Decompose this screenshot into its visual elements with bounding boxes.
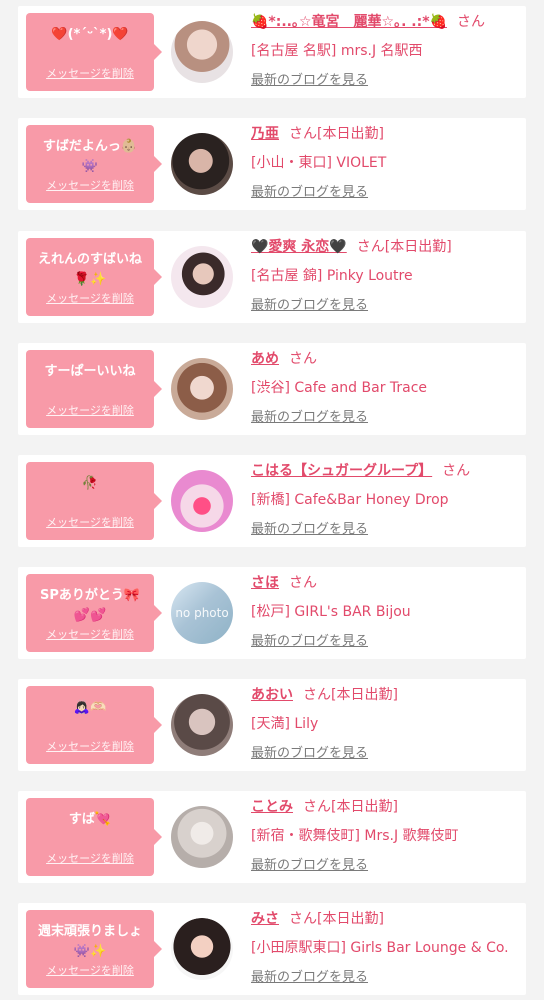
cast-name-link[interactable]: 🖤愛爽 永恋🖤 bbox=[251, 239, 347, 255]
avatar[interactable] bbox=[171, 21, 233, 83]
message-bubble: えれんのすばいね 🌹✨ メッセージを削除 bbox=[26, 238, 162, 316]
shop-info: [新橋] Cafe&Bar Honey Drop bbox=[251, 492, 449, 508]
cast-name-link[interactable]: 乃亜 bbox=[251, 126, 279, 142]
message-bubble: 週末頑張りましょ 👾✨ メッセージを削除 bbox=[26, 910, 162, 988]
message-bubble: すーぱーいいね メッセージを削除 bbox=[26, 350, 162, 428]
cast-info: 🍓*:..｡☆竜宮 麗華☆｡. .:*🍓 さん [名古屋 名駅] mrs.J 名駅… bbox=[251, 11, 519, 93]
cast-info: ことみ さん[本日出勤] [新宿・歌舞伎町] Mrs.J 歌舞伎町 最新のブログを… bbox=[251, 796, 519, 878]
shop-info: [名古屋 錦] Pinky Loutre bbox=[251, 268, 413, 284]
honorific-status: さん[本日出勤] bbox=[289, 126, 384, 142]
cast-info: 乃亜 さん[本日出勤] [小山・東口] VIOLET 最新のブログを見る bbox=[251, 123, 519, 205]
delete-message-link[interactable]: メッセージを削除 bbox=[26, 740, 154, 754]
message-bubble: 🙇🏻‍♀️🫶🏻 メッセージを削除 bbox=[26, 686, 162, 764]
delete-message-link[interactable]: メッセージを削除 bbox=[26, 628, 154, 642]
delete-message-link[interactable]: メッセージを削除 bbox=[26, 852, 154, 866]
delete-message-link[interactable]: メッセージを削除 bbox=[26, 404, 154, 418]
blog-link[interactable]: 最新のブログを見る bbox=[251, 970, 368, 986]
message-bubble: SPありがとう🎀 💕💕 メッセージを削除 bbox=[26, 574, 162, 652]
honorific-status: さん[本日出勤] bbox=[289, 911, 384, 927]
honorific-status: さん[本日出勤] bbox=[303, 687, 398, 703]
cast-name-link[interactable]: あめ bbox=[251, 351, 279, 367]
cast-info: あめ さん [渋谷] Cafe and Bar Trace 最新のブログを見る bbox=[251, 348, 519, 430]
avatar[interactable] bbox=[171, 694, 233, 756]
message-text: 🥀 bbox=[81, 476, 99, 491]
shop-info: [渋谷] Cafe and Bar Trace bbox=[251, 380, 428, 396]
blog-link[interactable]: 最新のブログを見る bbox=[251, 858, 368, 874]
shop-info: [天満] Lily bbox=[251, 716, 319, 732]
avatar[interactable] bbox=[171, 918, 233, 980]
message-text: すばだよんっ👶🏼 👾 bbox=[42, 139, 138, 174]
shop-info: [小山・東口] VIOLET bbox=[251, 155, 387, 171]
blog-link[interactable]: 最新のブログを見る bbox=[251, 522, 368, 538]
cast-name-link[interactable]: あおい bbox=[251, 687, 293, 703]
avatar[interactable] bbox=[171, 246, 233, 308]
avatar[interactable]: no photo bbox=[171, 582, 233, 644]
avatar[interactable] bbox=[171, 133, 233, 195]
message-card: えれんのすばいね 🌹✨ メッセージを削除 🖤愛爽 永恋🖤 さん[本日出勤] [名古… bbox=[18, 231, 526, 323]
delete-message-link[interactable]: メッセージを削除 bbox=[26, 964, 154, 978]
cast-name-link[interactable]: さほ bbox=[251, 575, 279, 591]
message-text: 🙇🏻‍♀️🫶🏻 bbox=[73, 700, 107, 715]
delete-message-link[interactable]: メッセージを削除 bbox=[26, 516, 154, 530]
message-text: すば💘 bbox=[68, 812, 112, 827]
honorific-status: さん bbox=[442, 463, 471, 479]
cast-info: こはる【シュガーグループ】 さん [新橋] Cafe&Bar Honey Drop… bbox=[251, 460, 519, 542]
message-text: 週末頑張りましょ 👾✨ bbox=[37, 924, 142, 959]
blog-link[interactable]: 最新のブログを見る bbox=[251, 410, 368, 426]
avatar[interactable] bbox=[171, 806, 233, 868]
avatar[interactable] bbox=[171, 358, 233, 420]
message-card: ❤️(*´ᵕ`*)❤️ メッセージを削除 🍓*:..｡☆竜宮 麗華☆｡. .:*… bbox=[18, 6, 526, 98]
honorific-status: さん[本日出勤] bbox=[356, 239, 452, 255]
honorific-status: さん bbox=[289, 575, 317, 591]
cast-name-link[interactable]: こはる【シュガーグループ】 bbox=[251, 463, 432, 479]
message-text: ❤️(*´ᵕ`*)❤️ bbox=[51, 27, 129, 42]
message-bubble: ❤️(*´ᵕ`*)❤️ メッセージを削除 bbox=[26, 13, 162, 91]
avatar-label: no photo bbox=[175, 606, 229, 620]
blog-link[interactable]: 最新のブログを見る bbox=[251, 298, 368, 314]
message-text: すーぱーいいね bbox=[44, 364, 136, 379]
message-card: SPありがとう🎀 💕💕 メッセージを削除 no photo さほ さん [松戸] … bbox=[18, 567, 526, 659]
message-bubble: 🥀 メッセージを削除 bbox=[26, 462, 162, 540]
honorific-status: さん bbox=[456, 14, 485, 30]
blog-link[interactable]: 最新のブログを見る bbox=[251, 746, 368, 762]
message-card: すーぱーいいね メッセージを削除 あめ さん [渋谷] Cafe and Bar … bbox=[18, 343, 526, 435]
shop-info: [新宿・歌舞伎町] Mrs.J 歌舞伎町 bbox=[251, 828, 459, 844]
avatar[interactable] bbox=[171, 470, 233, 532]
delete-message-link[interactable]: メッセージを削除 bbox=[26, 179, 154, 193]
message-bubble: すばだよんっ👶🏼 👾 メッセージを削除 bbox=[26, 125, 162, 203]
message-card: すば💘 メッセージを削除 ことみ さん[本日出勤] [新宿・歌舞伎町] Mrs.J… bbox=[18, 791, 526, 883]
shop-info: [名古屋 名駅] mrs.J 名駅西 bbox=[251, 43, 423, 59]
cast-name-link[interactable]: ことみ bbox=[251, 799, 293, 815]
blog-link[interactable]: 最新のブログを見る bbox=[251, 634, 368, 650]
delete-message-link[interactable]: メッセージを削除 bbox=[26, 67, 154, 81]
message-text: SPありがとう🎀 💕💕 bbox=[39, 588, 141, 623]
message-card: すばだよんっ👶🏼 👾 メッセージを削除 乃亜 さん[本日出勤] [小山・東口] V… bbox=[18, 118, 526, 210]
cast-info: さほ さん [松戸] GIRL's BAR Bijou 最新のブログを見る bbox=[251, 572, 519, 654]
cast-info: あおい さん[本日出勤] [天満] Lily 最新のブログを見る bbox=[251, 684, 519, 766]
cast-name-link[interactable]: みさ bbox=[251, 911, 279, 927]
blog-link[interactable]: 最新のブログを見る bbox=[251, 185, 368, 201]
blog-link[interactable]: 最新のブログを見る bbox=[251, 73, 368, 89]
shop-info: [松戸] GIRL's BAR Bijou bbox=[251, 604, 411, 620]
honorific-status: さん[本日出勤] bbox=[303, 799, 398, 815]
cast-info: 🖤愛爽 永恋🖤 さん[本日出勤] [名古屋 錦] Pinky Loutre 最新の… bbox=[251, 236, 519, 318]
message-text: えれんのすばいね 🌹✨ bbox=[37, 252, 142, 287]
message-card: 🥀 メッセージを削除 こはる【シュガーグループ】 さん [新橋] Cafe&Bar… bbox=[18, 455, 526, 547]
delete-message-link[interactable]: メッセージを削除 bbox=[26, 292, 154, 306]
cast-name-link[interactable]: 🍓*:..｡☆竜宮 麗華☆｡. .:*🍓 bbox=[251, 14, 447, 30]
shop-info: [小田原駅東口] Girls Bar Lounge & Co. bbox=[251, 940, 509, 956]
message-bubble: すば💘 メッセージを削除 bbox=[26, 798, 162, 876]
honorific-status: さん bbox=[289, 351, 317, 367]
message-list: ❤️(*´ᵕ`*)❤️ メッセージを削除 🍓*:..｡☆竜宮 麗華☆｡. .:*… bbox=[0, 0, 544, 1000]
message-card: 🙇🏻‍♀️🫶🏻 メッセージを削除 あおい さん[本日出勤] [天満] Lily 最… bbox=[18, 679, 526, 771]
message-card: 週末頑張りましょ 👾✨ メッセージを削除 みさ さん[本日出勤] [小田原駅東口]… bbox=[18, 903, 526, 995]
cast-info: みさ さん[本日出勤] [小田原駅東口] Girls Bar Lounge & C… bbox=[251, 908, 519, 990]
